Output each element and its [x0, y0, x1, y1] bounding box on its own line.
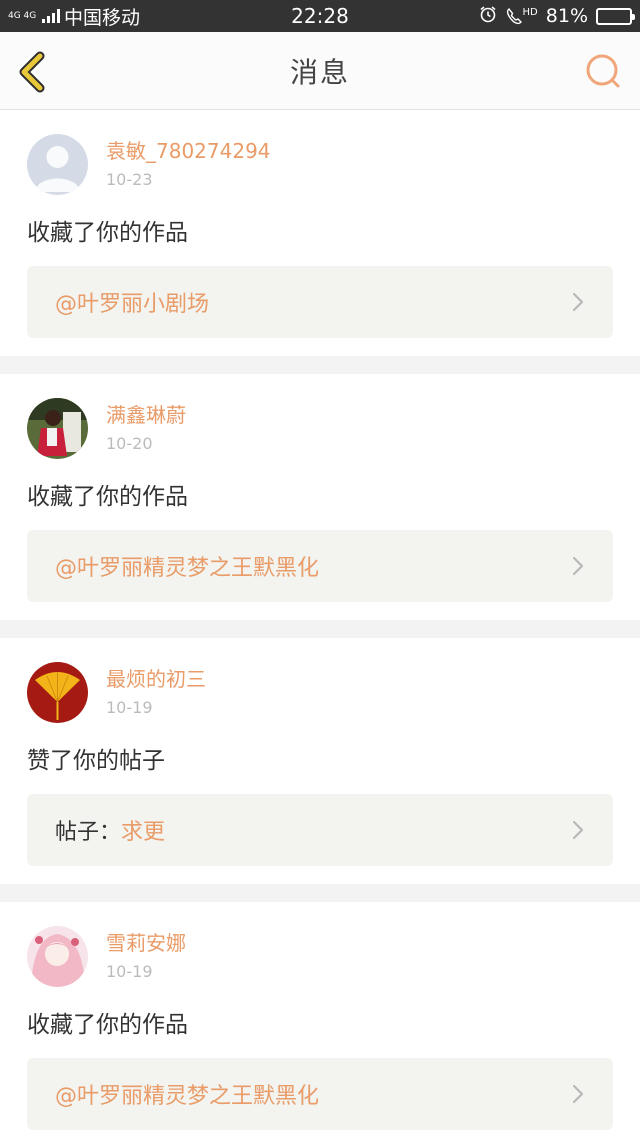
post-link[interactable]: 帖子：求更 — [27, 794, 613, 866]
card-meta: 雪莉安娜 10-19 — [106, 926, 186, 981]
work-link[interactable]: @叶罗丽小剧场 — [27, 266, 613, 338]
link-content: @叶罗丽小剧场 — [55, 286, 571, 318]
search-button[interactable] — [584, 52, 624, 92]
message-card: 满鑫琳蔚 10-20 收藏了你的作品 @叶罗丽精灵梦之王默黑化 — [0, 374, 640, 620]
username[interactable]: 袁敏_780274294 — [106, 138, 271, 164]
work-link[interactable]: @叶罗丽精灵梦之王默黑化 — [27, 1058, 613, 1130]
link-content: 帖子：求更 — [55, 814, 571, 846]
status-right: HD 81% — [479, 5, 635, 27]
card-meta: 最烦的初三 10-19 — [106, 662, 206, 717]
chevron-right-icon — [572, 292, 584, 312]
back-arrow-icon — [19, 51, 45, 93]
nav-bar: 消息 — [0, 32, 640, 110]
hd-call-icon: HD — [505, 7, 538, 25]
chevron-right-icon — [572, 556, 584, 576]
action-text: 收藏了你的作品 — [27, 220, 188, 246]
link-label: 求更 — [121, 820, 166, 845]
message-card: 袁敏_780274294 10-23 收藏了你的作品 @叶罗丽小剧场 — [0, 110, 640, 356]
username[interactable]: 满鑫琳蔚 — [106, 402, 186, 428]
default-avatar-icon — [27, 134, 88, 195]
chevron-right-icon — [572, 820, 584, 840]
message-list: 袁敏_780274294 10-23 收藏了你的作品 @叶罗丽小剧场 满鑫琳蔚 … — [0, 110, 640, 1138]
battery-percent: 81% — [545, 5, 588, 27]
page-title: 消息 — [289, 55, 350, 89]
avatar[interactable] — [27, 926, 88, 987]
message-date: 10-19 — [106, 698, 153, 717]
link-label: @叶罗丽小剧场 — [55, 292, 210, 317]
username[interactable]: 雪莉安娜 — [106, 930, 186, 956]
avatar[interactable] — [27, 134, 88, 195]
card-header: 雪莉安娜 10-19 — [27, 926, 613, 988]
link-label: @叶罗丽精灵梦之王默黑化 — [55, 556, 320, 581]
message-card: 最烦的初三 10-19 赞了你的帖子 帖子：求更 — [0, 638, 640, 884]
card-header: 满鑫琳蔚 10-20 — [27, 398, 613, 460]
link-label: @叶罗丽精灵梦之王默黑化 — [55, 1084, 320, 1109]
message-card: 雪莉安娜 10-19 收藏了你的作品 @叶罗丽精灵梦之王默黑化 — [0, 902, 640, 1138]
battery-icon — [596, 7, 635, 25]
signal-icon — [42, 9, 60, 23]
avatar[interactable] — [27, 662, 88, 723]
chevron-right-icon — [572, 1084, 584, 1104]
status-left: 4G 4G 中国移动 — [8, 3, 140, 30]
card-meta: 满鑫琳蔚 10-20 — [106, 398, 186, 453]
action-text: 收藏了你的作品 — [27, 1012, 188, 1038]
message-date: 10-23 — [106, 170, 153, 189]
action-text: 收藏了你的作品 — [27, 484, 188, 510]
card-meta: 袁敏_780274294 10-23 — [106, 134, 271, 189]
message-date: 10-19 — [106, 962, 153, 981]
back-button[interactable] — [14, 50, 54, 94]
ginkgo-leaf-avatar — [27, 662, 88, 723]
avatar[interactable] — [27, 398, 88, 459]
username[interactable]: 最烦的初三 — [106, 666, 206, 692]
network-type: 4G 4G — [8, 10, 37, 21]
link-content: @叶罗丽精灵梦之王默黑化 — [55, 1078, 571, 1110]
link-content: @叶罗丽精灵梦之王默黑化 — [55, 550, 571, 582]
status-bar: 4G 4G 中国移动 22:28 HD 81% — [0, 0, 640, 32]
message-date: 10-20 — [106, 434, 153, 453]
carrier-name: 中国移动 — [64, 6, 141, 29]
action-text: 赞了你的帖子 — [27, 748, 165, 774]
hd-label: HD — [522, 7, 538, 18]
card-header: 最烦的初三 10-19 — [27, 662, 613, 724]
link-prefix: 帖子： — [55, 820, 122, 845]
card-header: 袁敏_780274294 10-23 — [27, 134, 613, 196]
search-icon — [586, 54, 620, 88]
user-photo-avatar — [27, 398, 88, 459]
work-link[interactable]: @叶罗丽精灵梦之王默黑化 — [27, 530, 613, 602]
anime-girl-avatar — [27, 926, 88, 987]
alarm-icon — [479, 5, 497, 27]
